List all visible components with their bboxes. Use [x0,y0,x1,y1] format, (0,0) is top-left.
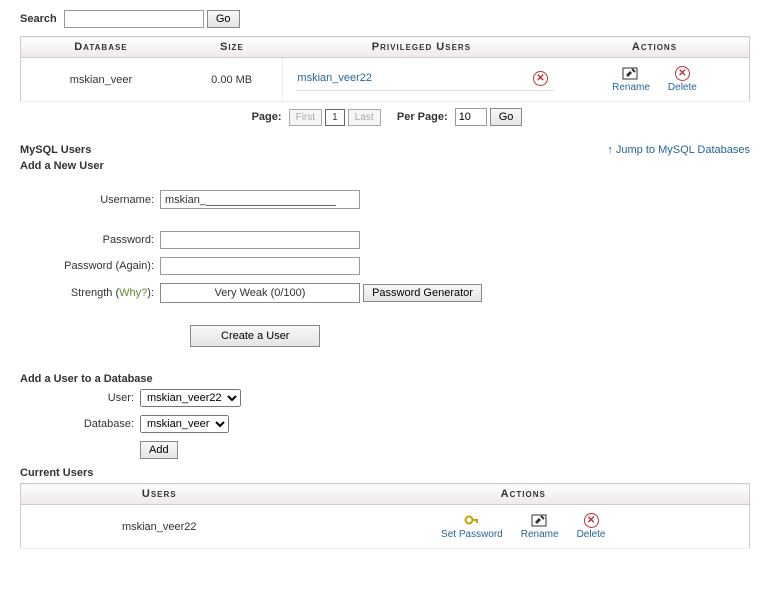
username-label: Username: [20,194,160,206]
password-generator-button[interactable]: Password Generator [363,284,482,302]
password-label: Password: [20,234,160,246]
strength-label: Strength [71,287,113,299]
arrow-up-icon: ↑ [607,144,613,156]
search-input[interactable] [64,10,204,28]
pager-page-1[interactable]: 1 [325,109,345,126]
add-user-label: User: [20,392,140,404]
col-users: Users [21,484,298,505]
password-again-label: Password (Again): [20,260,160,272]
key-icon [464,513,480,528]
rename-user-button[interactable]: Rename [521,513,559,540]
set-password-label: Set Password [441,529,503,540]
delete-icon: ✕ [584,513,599,528]
delete-user-label: Delete [577,529,606,540]
current-users-table: Users Actions mskian_veer22 Set Password… [20,483,750,549]
strength-meter: Very Weak (0/100) [160,283,360,303]
pager-first[interactable]: First [289,109,322,126]
table-row: mskian_veer22 Set Password Rename ✕ Dele… [21,505,750,549]
delete-user-button[interactable]: ✕ Delete [577,513,606,540]
rename-user-label: Rename [521,529,559,540]
priv-user-link[interactable]: mskian_veer22 [297,72,372,84]
edit-icon [531,513,549,528]
search-label: Search [20,13,57,25]
db-size: 0.00 MB [181,58,283,102]
rename-db-button[interactable]: Rename [612,66,650,93]
username-prefix: mskian_ [165,194,206,206]
create-user-button[interactable]: Create a User [190,325,320,347]
delete-db-button[interactable]: ✕ Delete [668,66,697,93]
per-page-label: Per Page: [397,111,448,123]
col-actions: Actions [560,37,750,58]
col-user-actions: Actions [298,484,750,505]
username-input[interactable] [206,193,336,206]
current-users-title: Current Users [20,467,750,479]
table-row: mskian_veer 0.00 MB mskian_veer22 ✕ Rena… [21,58,750,102]
page-label: Page: [252,111,282,123]
pager-last[interactable]: Last [348,109,381,126]
delete-icon: ✕ [675,66,690,81]
set-password-button[interactable]: Set Password [441,513,503,540]
rename-label: Rename [612,82,650,93]
col-size: Size [181,37,283,58]
search-go-button[interactable]: Go [207,10,240,28]
add-db-select[interactable]: mskian_veer [140,415,229,433]
add-user-select[interactable]: mskian_veer22 [140,389,241,407]
databases-table: Database Size Privileged Users Actions m… [20,36,750,102]
password-again-input[interactable] [160,257,360,275]
per-page-go-button[interactable]: Go [490,108,523,126]
add-user-to-db-button[interactable]: Add [140,441,178,459]
jump-link-text: Jump to MySQL Databases [616,144,750,156]
add-new-user-title: Add a New User [20,160,750,172]
user-name: mskian_veer22 [21,505,298,549]
pager: Page: First 1 Last Per Page: Go [20,108,750,126]
jump-to-databases-link[interactable]: ↑ Jump to MySQL Databases [607,144,750,156]
per-page-input[interactable] [455,108,487,126]
col-priv-users: Privileged Users [283,37,560,58]
strength-why-link[interactable]: Why? [119,287,147,299]
remove-priv-user-icon[interactable]: ✕ [533,71,548,86]
add-user-to-db-title: Add a User to a Database [20,373,750,385]
delete-label: Delete [668,82,697,93]
db-name: mskian_veer [21,58,181,102]
add-db-label: Database: [20,418,140,430]
col-database: Database [21,37,181,58]
edit-icon [622,66,640,81]
password-input[interactable] [160,231,360,249]
